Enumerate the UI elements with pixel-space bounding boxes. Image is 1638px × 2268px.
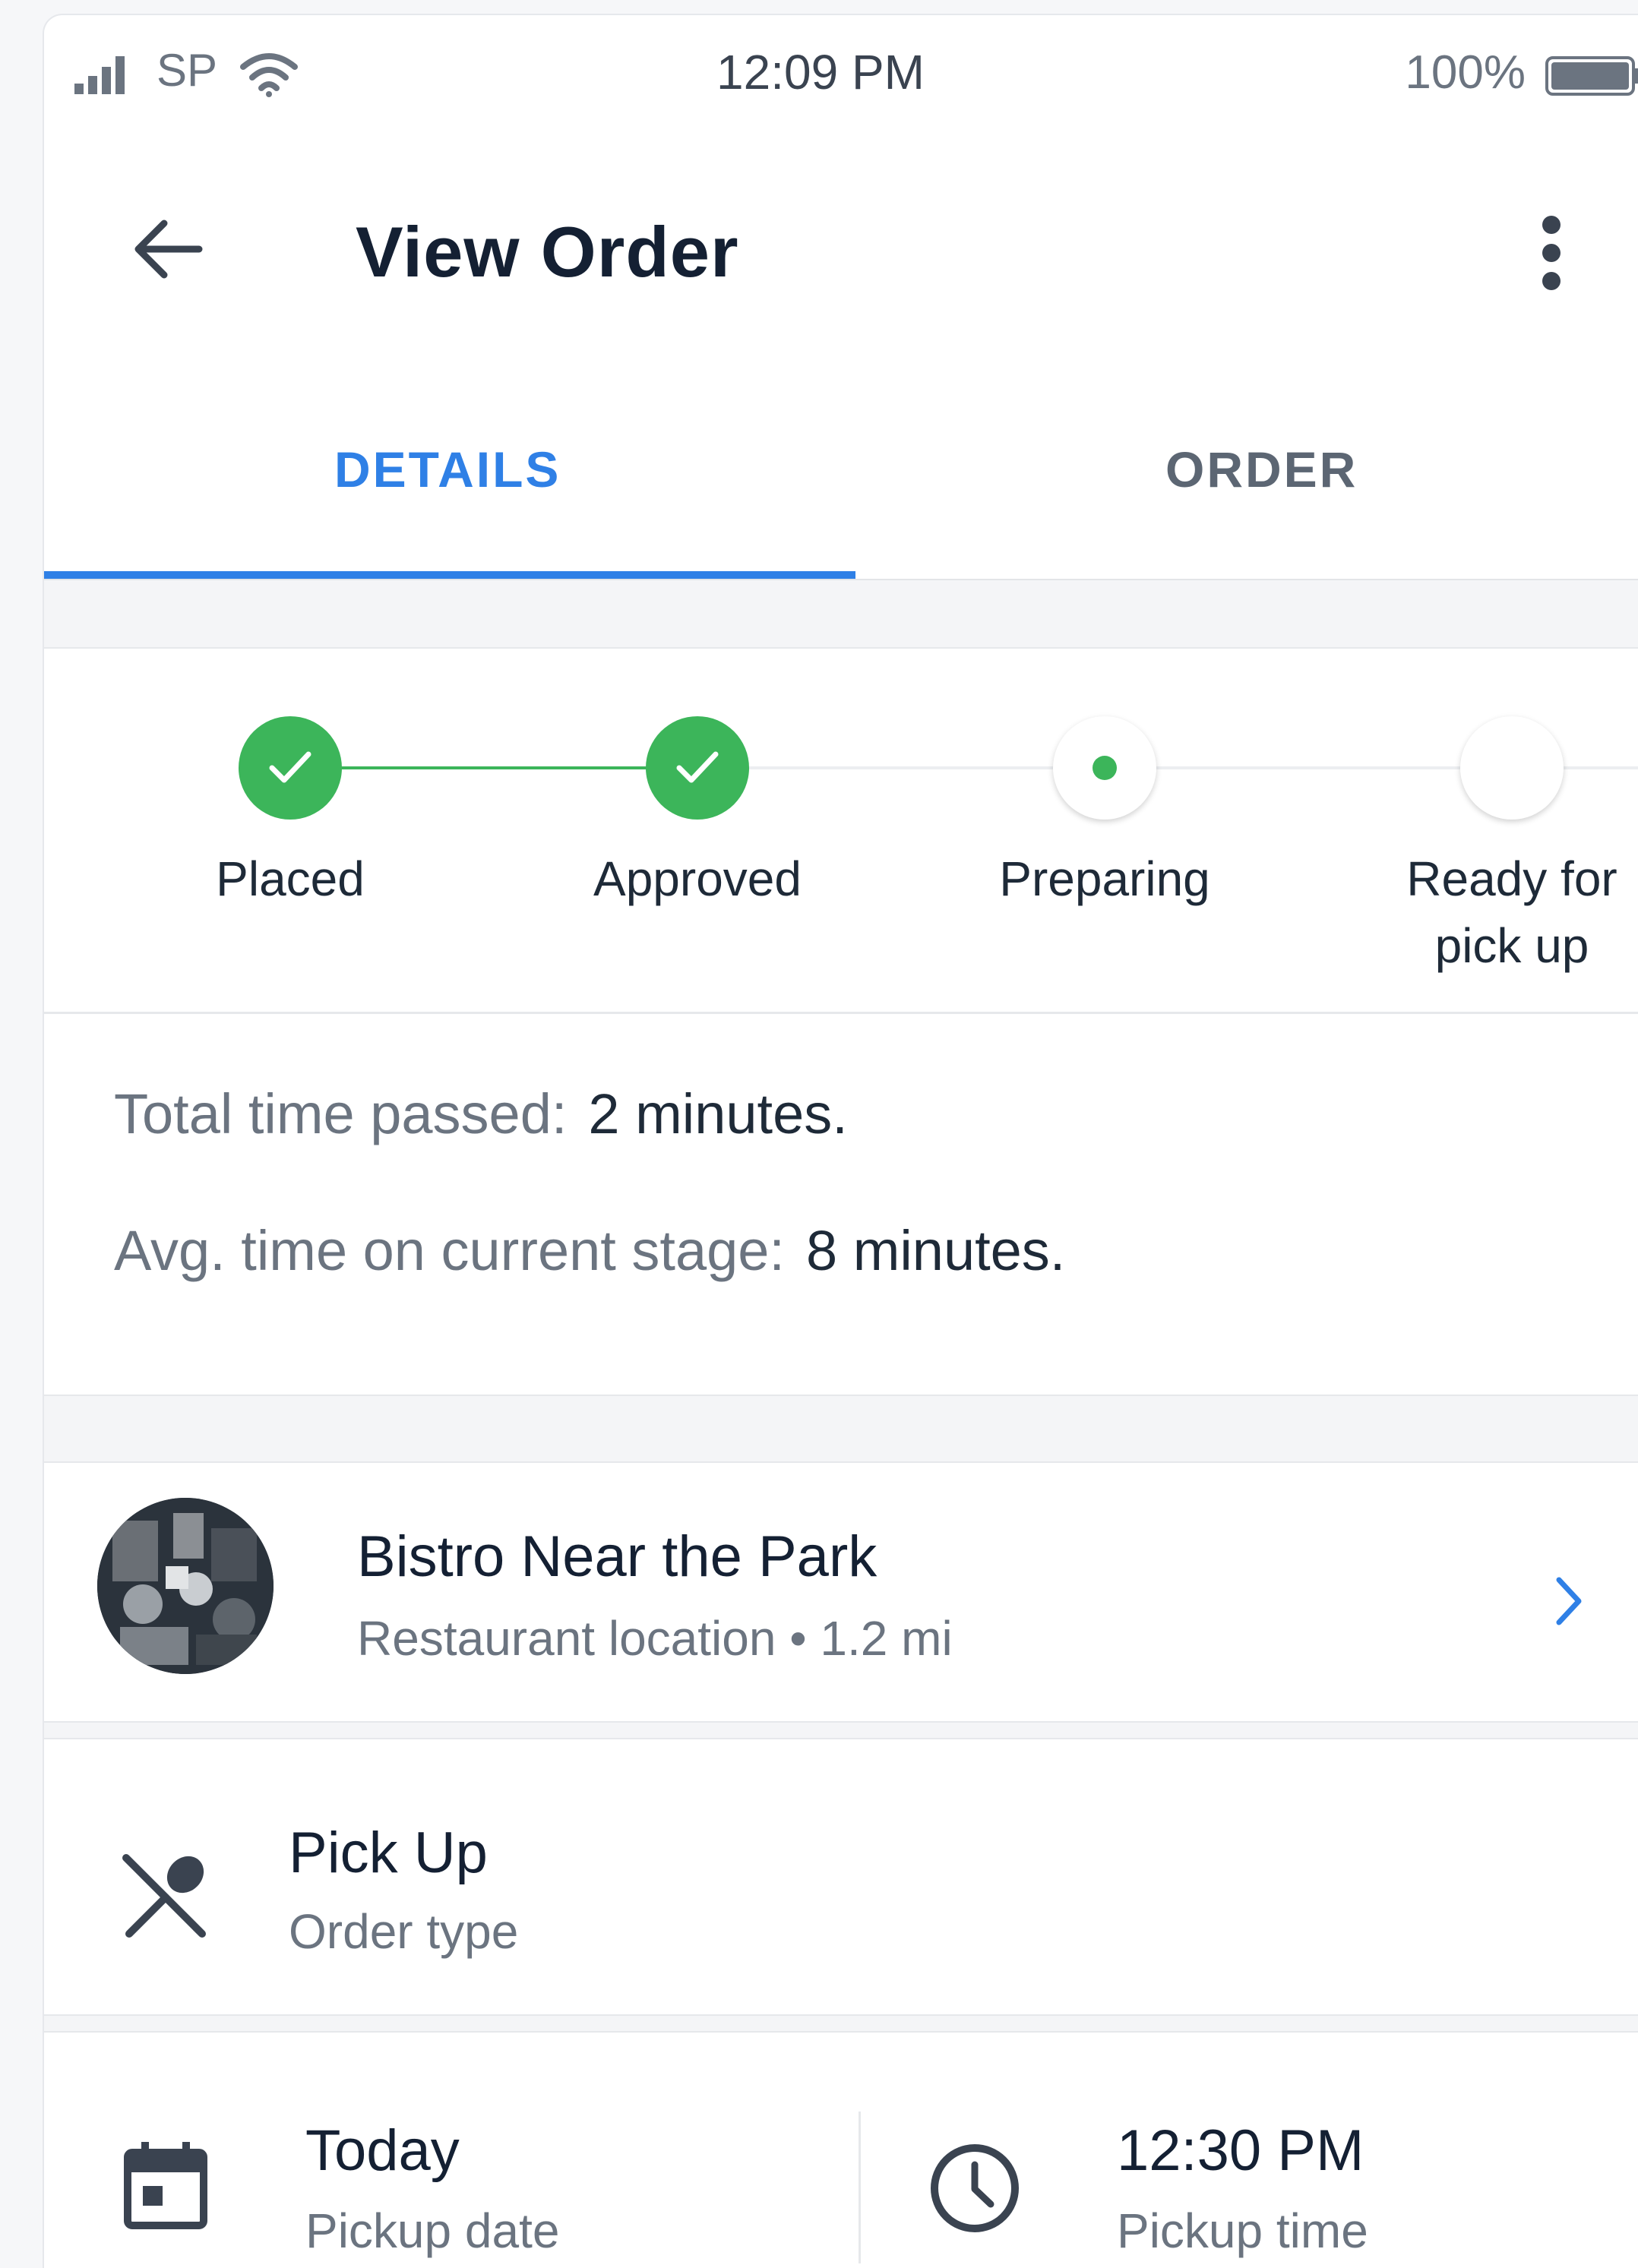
- step-approved-indicator: [646, 716, 749, 820]
- phone-screen: SP 12:09 PM 100% View Order DETAILS ORDE…: [43, 14, 1638, 2268]
- step-preparing-indicator: [1053, 716, 1156, 820]
- clock-icon: [931, 2144, 1019, 2232]
- tab-details[interactable]: DETAILS: [334, 441, 561, 498]
- chevron-right-icon[interactable]: [1545, 1571, 1591, 1632]
- current-step-dot: [1093, 756, 1117, 780]
- avg-time-label: Avg. time on current stage:: [114, 1219, 785, 1282]
- calendar-icon: [124, 2142, 207, 2229]
- pickup-time-value: 12:30 PM: [1117, 2118, 1364, 2183]
- step-label-ready: Ready for: [1406, 851, 1617, 906]
- divider: [44, 1012, 1638, 1014]
- section-gap: [44, 580, 1638, 649]
- step-connector-pending: [1105, 766, 1465, 769]
- total-time-value: 2 minutes.: [588, 1082, 848, 1145]
- page-title: View Order: [356, 212, 739, 292]
- total-time-label: Total time passed:: [114, 1082, 568, 1145]
- battery-percent: 100%: [1405, 46, 1526, 99]
- fork-spoon-icon: [122, 1854, 206, 1938]
- restaurant-subtitle: Restaurant location • 1.2 mi: [357, 1611, 953, 1666]
- restaurant-avatar: [97, 1498, 274, 1674]
- order-type-value: Pick Up: [289, 1821, 488, 1885]
- step-label-placed: Placed: [216, 851, 365, 906]
- check-icon: [269, 751, 311, 783]
- step-connector-done: [289, 766, 649, 769]
- pickup-date-value: Today: [305, 2118, 460, 2183]
- back-arrow-icon[interactable]: [129, 211, 205, 287]
- step-label-preparing: Preparing: [999, 851, 1210, 906]
- status-bar: SP 12:09 PM 100%: [44, 15, 1638, 129]
- section-gap: [44, 2014, 1638, 2033]
- battery-icon: [1545, 56, 1638, 96]
- tab-order[interactable]: ORDER: [1165, 441, 1358, 498]
- step-label-ready-line2: pick up: [1434, 918, 1589, 973]
- total-time-row: Total time passed: 2 minutes.: [114, 1082, 848, 1146]
- step-connector-pending: [697, 766, 1058, 769]
- status-time: 12:09 PM: [716, 45, 925, 100]
- step-placed-indicator: [239, 716, 342, 820]
- section-gap: [44, 1721, 1638, 1739]
- section-gap: [44, 1395, 1638, 1463]
- pickup-time-label: Pickup time: [1117, 2203, 1368, 2258]
- check-icon: [676, 751, 719, 783]
- active-tab-indicator: [44, 571, 855, 579]
- avg-time-row: Avg. time on current stage: 8 minutes.: [114, 1218, 1065, 1283]
- avg-time-value: 8 minutes.: [805, 1219, 1066, 1282]
- step-ready-indicator: [1460, 716, 1564, 820]
- restaurant-name: Bistro Near the Park: [357, 1524, 878, 1589]
- more-vert-icon[interactable]: [1529, 211, 1574, 295]
- vertical-divider: [859, 2112, 861, 2263]
- restaurant-photo: [97, 1498, 274, 1674]
- pickup-date-label: Pickup date: [305, 2203, 560, 2258]
- order-type-label: Order type: [289, 1904, 519, 1959]
- step-label-approved: Approved: [593, 851, 802, 906]
